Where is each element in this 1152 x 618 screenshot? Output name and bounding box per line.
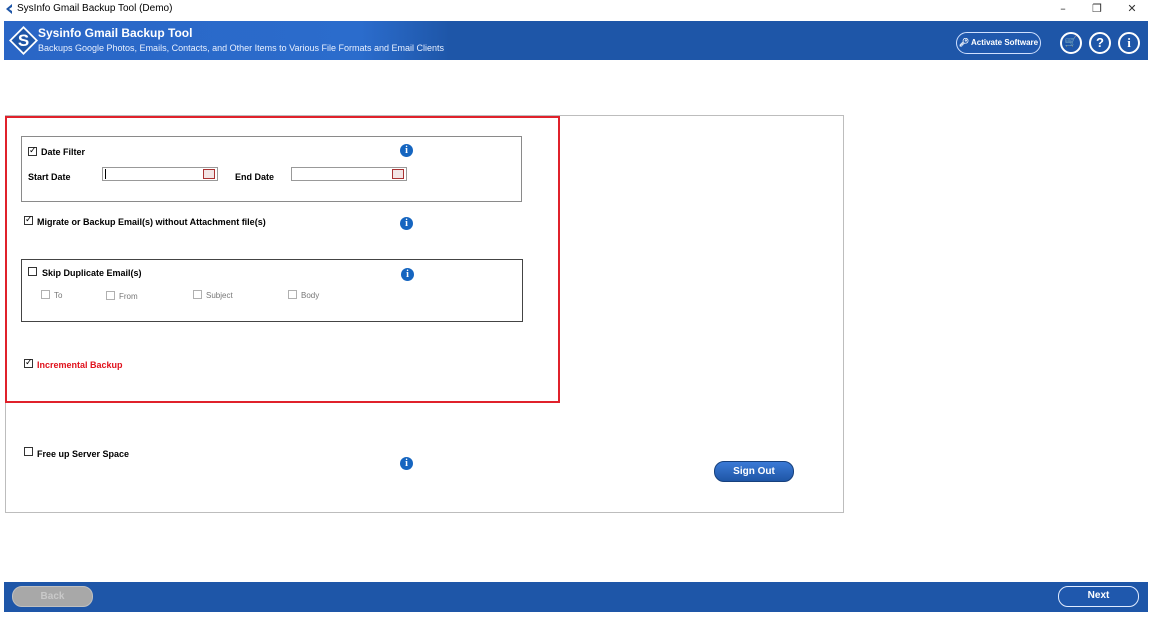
minimize-button[interactable]: –	[1046, 0, 1080, 19]
back-button[interactable]: Back	[12, 586, 93, 607]
free-space-label: Free up Server Space	[37, 449, 130, 459]
svg-text:S: S	[18, 31, 29, 50]
next-button[interactable]: Next	[1058, 586, 1139, 607]
footer-bar: Back Next	[4, 582, 1148, 612]
info-icon[interactable]: i	[400, 457, 413, 470]
close-button[interactable]: ✕	[1115, 0, 1149, 19]
key-icon: 🔑︎	[958, 38, 971, 47]
cart-icon: 🛒	[1064, 37, 1078, 48]
about-button[interactable]: i	[1118, 32, 1140, 54]
app-logo-icon	[6, 4, 12, 14]
app-subtitle: Backups Google Photos, Emails, Contacts,…	[38, 43, 445, 53]
help-button[interactable]: ?	[1089, 32, 1111, 54]
free-space-checkbox[interactable]	[24, 447, 33, 456]
activate-label: Activate Software	[970, 38, 1039, 47]
window-titlebar: SysInfo Gmail Backup Tool (Demo) – ❐ ✕	[0, 0, 1152, 19]
help-icon: ?	[1096, 35, 1104, 50]
window-title: SysInfo Gmail Backup Tool (Demo)	[17, 3, 173, 14]
cart-button[interactable]: 🛒	[1060, 32, 1082, 54]
sysinfo-logo-icon: S	[9, 26, 38, 55]
header-banner: S Sysinfo Gmail Backup Tool Backups Goog…	[4, 21, 1148, 60]
highlight-frame	[5, 116, 560, 403]
app-title: Sysinfo Gmail Backup Tool	[38, 26, 193, 40]
info-icon: i	[1127, 35, 1131, 50]
activate-software-button[interactable]: 🔑︎ Activate Software	[956, 32, 1041, 54]
restore-button[interactable]: ❐	[1080, 0, 1114, 19]
sign-out-button[interactable]: Sign Out	[714, 461, 794, 482]
